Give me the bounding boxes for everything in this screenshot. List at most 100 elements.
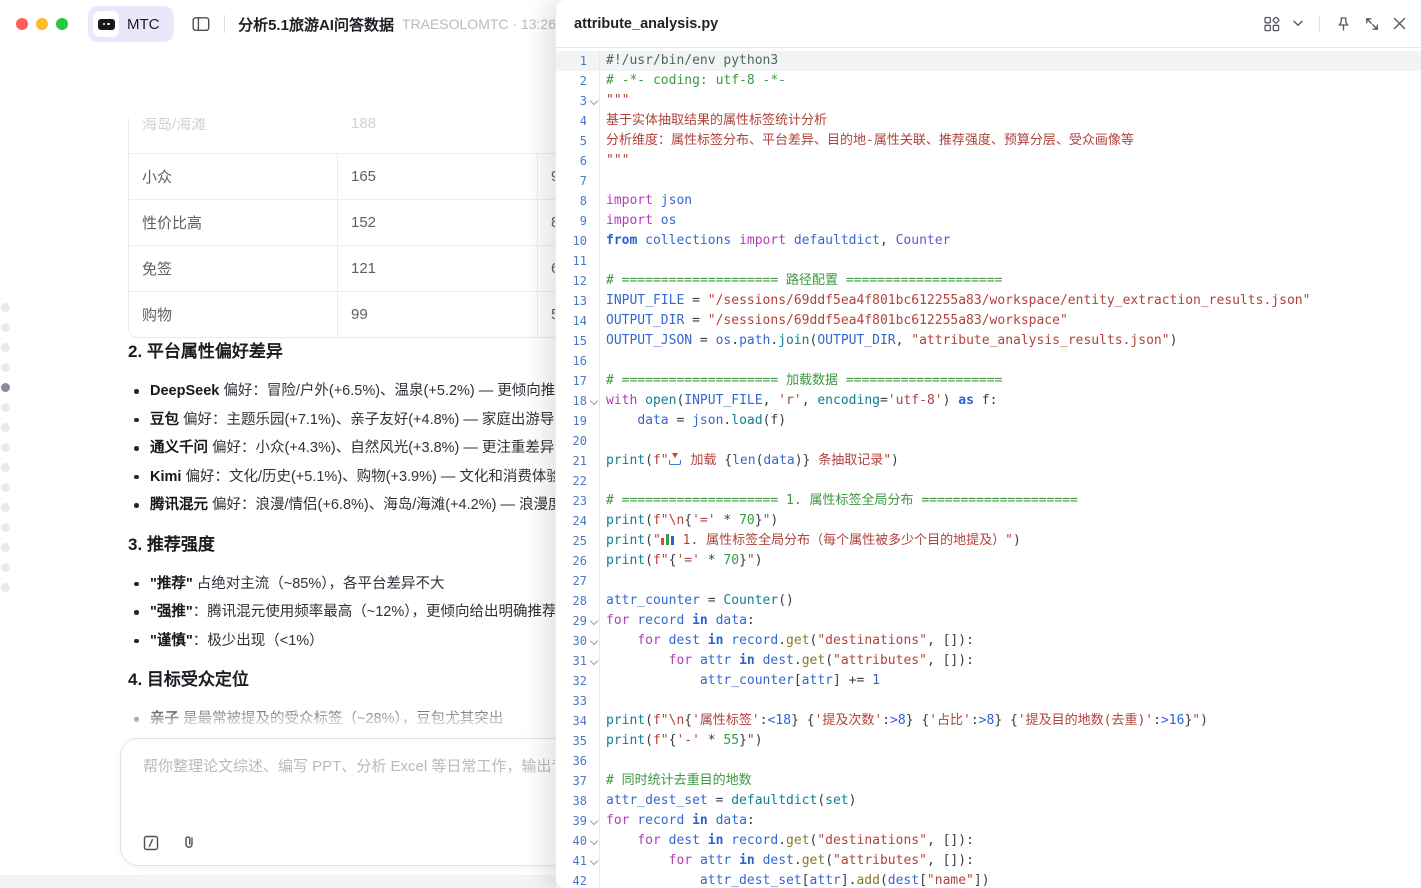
line-number[interactable]: 1 xyxy=(556,51,600,71)
line-number[interactable]: 17 xyxy=(556,371,600,391)
code-line[interactable]: 21print(f" 加载 {len(data)} 条抽取记录") xyxy=(556,451,1421,471)
minimize-window-button[interactable] xyxy=(36,18,48,30)
fold-chevron-icon[interactable] xyxy=(590,397,598,405)
code-line[interactable]: 10from collections import defaultdict, C… xyxy=(556,231,1421,251)
close-window-button[interactable] xyxy=(16,18,28,30)
timeline-dot[interactable] xyxy=(1,363,10,372)
code-line[interactable]: 15OUTPUT_JSON = os.path.join(OUTPUT_DIR,… xyxy=(556,331,1421,351)
timeline-dot[interactable] xyxy=(1,503,10,512)
line-number[interactable]: 16 xyxy=(556,351,600,371)
line-number[interactable]: 31 xyxy=(556,651,600,671)
line-number[interactable]: 42 xyxy=(556,871,600,888)
pin-icon[interactable] xyxy=(1336,16,1351,32)
zoom-window-button[interactable] xyxy=(56,18,68,30)
sidebar-toggle-icon[interactable] xyxy=(192,16,210,32)
code-line[interactable]: 20 xyxy=(556,431,1421,451)
attachment-icon[interactable] xyxy=(181,834,197,851)
line-number[interactable]: 3 xyxy=(556,91,600,111)
code-line[interactable]: 36 xyxy=(556,751,1421,771)
line-number[interactable]: 36 xyxy=(556,751,600,771)
line-number[interactable]: 29 xyxy=(556,611,600,631)
line-number[interactable]: 9 xyxy=(556,211,600,231)
timeline-dot[interactable] xyxy=(1,423,10,432)
line-number[interactable]: 23 xyxy=(556,491,600,511)
line-number[interactable]: 19 xyxy=(556,411,600,431)
chevron-down-icon[interactable] xyxy=(1293,20,1303,27)
line-number[interactable]: 25 xyxy=(556,531,600,551)
code-line[interactable]: 16 xyxy=(556,351,1421,371)
timeline-dot[interactable] xyxy=(1,523,10,532)
line-number[interactable]: 15 xyxy=(556,331,600,351)
code-line[interactable]: 11 xyxy=(556,251,1421,271)
fold-chevron-icon[interactable] xyxy=(590,617,598,625)
line-number[interactable]: 22 xyxy=(556,471,600,491)
line-number[interactable]: 20 xyxy=(556,431,600,451)
code-line[interactable]: 32 attr_counter[attr] += 1 xyxy=(556,671,1421,691)
code-line[interactable]: 25print(" 1. 属性标签全局分布（每个属性被多少个目的地提及）") xyxy=(556,531,1421,551)
code-editor[interactable]: 1#!/usr/bin/env python32# -*- coding: ut… xyxy=(556,48,1421,888)
line-number[interactable]: 12 xyxy=(556,271,600,291)
fold-chevron-icon[interactable] xyxy=(590,97,598,105)
line-number[interactable]: 35 xyxy=(556,731,600,751)
line-number[interactable]: 6 xyxy=(556,151,600,171)
code-line[interactable]: 37# 同时统计去重目的地数 xyxy=(556,771,1421,791)
code-line[interactable]: 22 xyxy=(556,471,1421,491)
timeline-dot[interactable] xyxy=(1,483,10,492)
code-line[interactable]: 6""" xyxy=(556,151,1421,171)
code-line[interactable]: 9import os xyxy=(556,211,1421,231)
code-line[interactable]: 41 for attr in dest.get("attributes", []… xyxy=(556,851,1421,871)
timeline-dot[interactable] xyxy=(1,303,10,312)
line-number[interactable]: 2 xyxy=(556,71,600,91)
code-line[interactable]: 33 xyxy=(556,691,1421,711)
code-line[interactable]: 31 for attr in dest.get("attributes", []… xyxy=(556,651,1421,671)
line-number[interactable]: 39 xyxy=(556,811,600,831)
line-number[interactable]: 13 xyxy=(556,291,600,311)
line-number[interactable]: 33 xyxy=(556,691,600,711)
line-number[interactable]: 10 xyxy=(556,231,600,251)
line-number[interactable]: 14 xyxy=(556,311,600,331)
line-number[interactable]: 32 xyxy=(556,671,600,691)
line-number[interactable]: 26 xyxy=(556,551,600,571)
line-number[interactable]: 27 xyxy=(556,571,600,591)
timeline-dot[interactable] xyxy=(1,343,10,352)
fold-chevron-icon[interactable] xyxy=(590,657,598,665)
code-line[interactable]: 4基于实体抽取结果的属性标签统计分析 xyxy=(556,111,1421,131)
line-number[interactable]: 11 xyxy=(556,251,600,271)
code-line[interactable]: 35print(f"{'-' * 55}") xyxy=(556,731,1421,751)
close-icon[interactable] xyxy=(1393,17,1406,30)
code-line[interactable]: 27 xyxy=(556,571,1421,591)
timeline-dot[interactable] xyxy=(1,543,10,552)
code-line[interactable]: 3""" xyxy=(556,91,1421,111)
line-number[interactable]: 18 xyxy=(556,391,600,411)
code-line[interactable]: 29for record in data: xyxy=(556,611,1421,631)
code-line[interactable]: 23# ==================== 1. 属性标签全局分布 ===… xyxy=(556,491,1421,511)
code-line[interactable]: 8import json xyxy=(556,191,1421,211)
code-line[interactable]: 19 data = json.load(f) xyxy=(556,411,1421,431)
line-number[interactable]: 7 xyxy=(556,171,600,191)
line-number[interactable]: 37 xyxy=(556,771,600,791)
code-line[interactable]: 14OUTPUT_DIR = "/sessions/69ddf5ea4f801b… xyxy=(556,311,1421,331)
line-number[interactable]: 34 xyxy=(556,711,600,731)
timeline-dot[interactable] xyxy=(1,443,10,452)
code-line[interactable]: 1#!/usr/bin/env python3 xyxy=(556,51,1421,71)
code-line[interactable]: 34print(f"\n{'属性标签':<18} {'提及次数':>8} {'占… xyxy=(556,711,1421,731)
line-number[interactable]: 4 xyxy=(556,111,600,131)
code-line[interactable]: 40 for dest in record.get("destinations"… xyxy=(556,831,1421,851)
code-line[interactable]: 38attr_dest_set = defaultdict(set) xyxy=(556,791,1421,811)
line-number[interactable]: 24 xyxy=(556,511,600,531)
timeline-dot[interactable] xyxy=(1,463,10,472)
code-line[interactable]: 28attr_counter = Counter() xyxy=(556,591,1421,611)
code-line[interactable]: 42 attr_dest_set[attr].add(dest["name"]) xyxy=(556,871,1421,888)
timeline-dot[interactable] xyxy=(1,383,10,392)
app-badge[interactable]: MTC xyxy=(88,6,174,42)
timeline-dot[interactable] xyxy=(1,323,10,332)
message-composer[interactable]: 帮你整理论文综述、编写 PPT、分析 Excel 等日常工作，输出专业级工作成果 xyxy=(120,738,556,866)
code-line[interactable]: 18with open(INPUT_FILE, 'r', encoding='u… xyxy=(556,391,1421,411)
line-number[interactable]: 40 xyxy=(556,831,600,851)
line-number[interactable]: 28 xyxy=(556,591,600,611)
code-line[interactable]: 39for record in data: xyxy=(556,811,1421,831)
line-number[interactable]: 5 xyxy=(556,131,600,151)
widgets-icon[interactable] xyxy=(1264,16,1280,32)
line-number[interactable]: 41 xyxy=(556,851,600,871)
code-line[interactable]: 30 for dest in record.get("destinations"… xyxy=(556,631,1421,651)
